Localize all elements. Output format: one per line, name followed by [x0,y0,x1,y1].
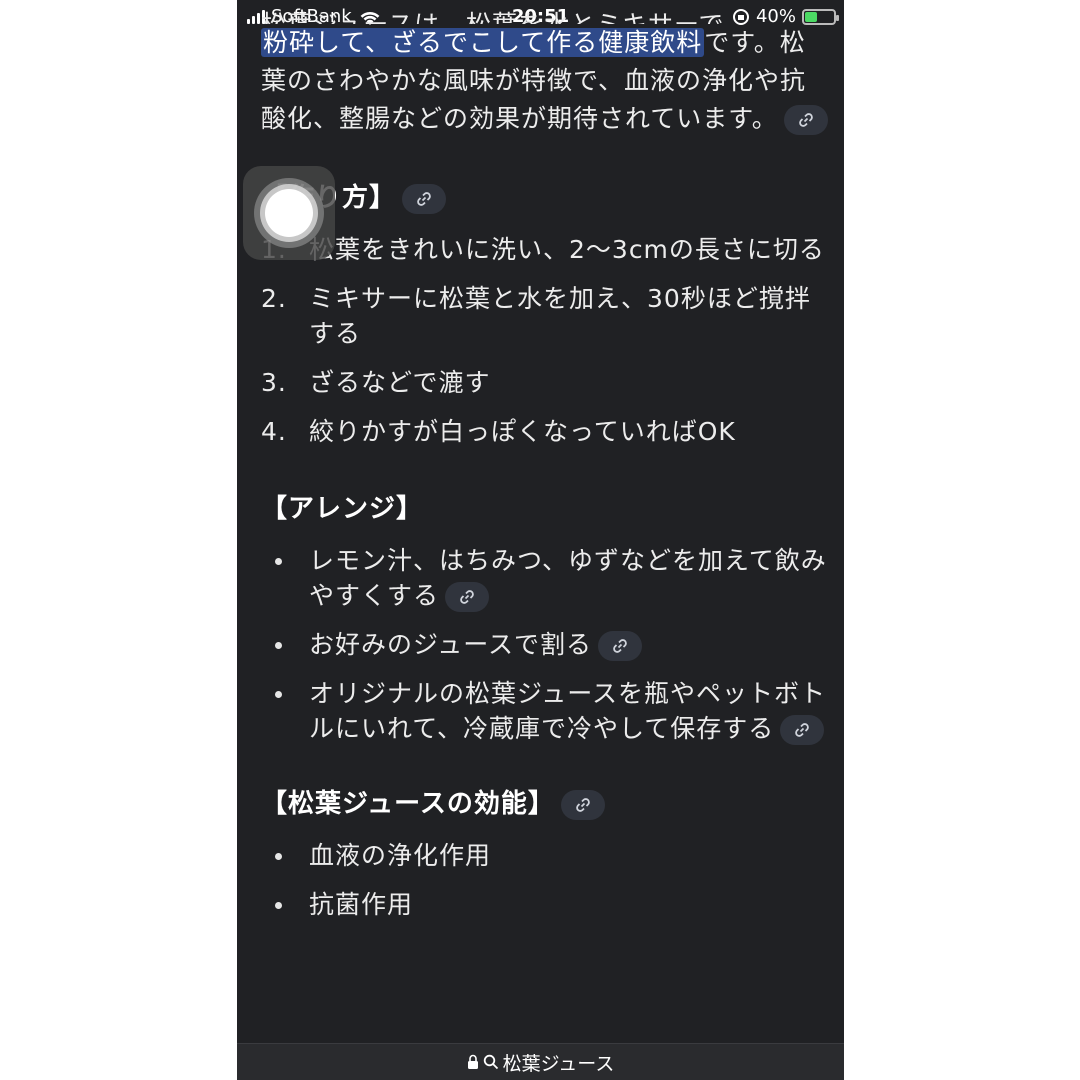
arrange-heading: 【アレンジ】 [261,494,424,524]
steps-list: 1.松葉をきれいに洗い、2〜3cmの長さに切る 2.ミキサーに松葉と水を加え、3… [261,232,829,449]
source-link-button[interactable] [402,183,447,214]
list-item: 1.松葉をきれいに洗い、2〜3cmの長さに切る [261,235,825,264]
how-to-heading: 【作り方】 [261,178,829,218]
lock-icon [467,1054,478,1069]
address-query: 松葉ジュース [502,1052,615,1075]
link-icon [460,590,474,604]
bullet [275,691,282,698]
link-icon [795,723,810,737]
list-item: 2. ミキサーに松葉と水を加え、30秒ほど撹拌する [261,284,811,348]
link-icon [798,113,813,127]
arrange-list: レモン汁、はちみつ、ゆずなどを加えて飲みやすくする お好みのジュースで割る オリ… [261,543,829,746]
list-item: 血液の浄化作用 [261,838,829,873]
source-link-button[interactable] [780,715,825,745]
address-bar[interactable]: 松葉ジュース [237,1043,844,1080]
source-link-button[interactable] [598,631,643,661]
list-item: 3. ざるなどで漉す [261,368,491,397]
link-icon [613,639,627,653]
benefits-list: 血液の浄化作用 抗菌作用 [261,838,829,922]
assistive-touch-button[interactable] [243,166,335,260]
source-link-button[interactable] [445,582,490,612]
link-icon [417,191,431,206]
bullet [275,558,282,565]
highlighted-text: 粉砕して、ざるでこして作る健康飲料 [261,28,705,57]
list-item: オリジナルの松葉ジュースを瓶やペットボトルにいれて、冷蔵庫で冷やして保存する [261,676,829,746]
list-item: 抗菌作用 [261,887,829,922]
source-link-button[interactable] [783,105,828,135]
list-item: 4. 絞りかすが白っぽくなっていればOK [261,417,736,446]
benefits-heading: 【松葉ジュースの効能】 [261,784,829,824]
link-icon [576,797,590,812]
phone-screen: SoftBank 20:51 40% 松葉ジュースは、松葉を水とミキサーで 粉砕… [237,0,844,1080]
search-icon [483,1054,498,1070]
source-link-button[interactable] [560,789,605,820]
bullet [275,853,282,860]
list-item: お好みのジュースで割る [261,627,829,662]
article-content: 松葉ジュースは、松葉を水とミキサーで 粉砕して、ざるでこして作る健康飲料です。松… [261,10,829,936]
bullet [275,642,282,649]
intro-cut-line: 松葉ジュースは、松葉を水とミキサーで [261,6,829,24]
intro-paragraph: 粉砕して、ざるでこして作る健康飲料です。松葉のさわやかな風味が特徴で、血液の浄化… [261,24,829,138]
list-item: レモン汁、はちみつ、ゆずなどを加えて飲みやすくする [261,543,829,613]
bullet [275,902,282,909]
